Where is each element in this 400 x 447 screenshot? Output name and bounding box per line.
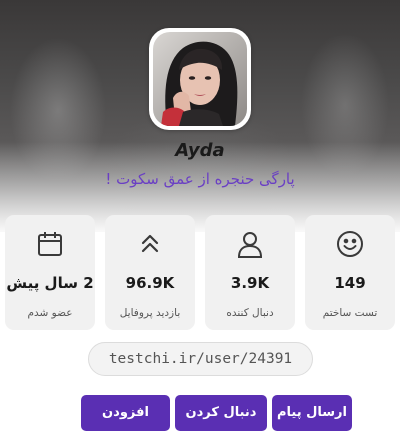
profile-username: Ayda — [175, 140, 225, 161]
stat-value: 96.9K — [125, 274, 175, 292]
stat-value: 149 — [334, 274, 366, 292]
stat-card-tests[interactable]: 149 تست ساختم — [305, 215, 395, 330]
stat-label: دنبال کننده — [226, 307, 274, 319]
send-message-button[interactable]: ارسال پیام — [272, 395, 352, 431]
user-icon — [205, 229, 295, 259]
profile-url[interactable]: testchi.ir/user/24391 — [88, 342, 313, 376]
chevrons-up-icon — [105, 229, 195, 259]
add-friend-button[interactable]: افزودن دوست — [81, 395, 170, 447]
avatar-photo — [153, 32, 247, 126]
stat-card-views: 96.9K بازدید پروفایل — [105, 215, 195, 330]
stat-label: بازدید پروفایل — [119, 307, 181, 319]
profile-bio: پارگی حنجره از عمق سکوت ! — [105, 170, 295, 188]
stat-value: 3.9K — [230, 274, 270, 292]
avatar[interactable] — [149, 28, 251, 130]
stats-row: 2 سال پیش عضو شدم 96.9K بازدید پروفایل 3… — [5, 215, 395, 330]
stat-label: تست ساختم — [322, 307, 378, 319]
follow-button[interactable]: دنبال کردن — [175, 395, 267, 431]
stat-card-followers[interactable]: 3.9K دنبال کننده — [205, 215, 295, 330]
stat-card-joined: 2 سال پیش عضو شدم — [5, 215, 95, 330]
stat-value: 2 سال پیش — [6, 274, 94, 292]
calendar-icon — [5, 229, 95, 259]
smiley-icon — [305, 229, 395, 259]
stat-label: عضو شدم — [27, 307, 73, 319]
profile-actions: افزودن دوست دنبال کردن ارسال پیام — [0, 395, 400, 447]
